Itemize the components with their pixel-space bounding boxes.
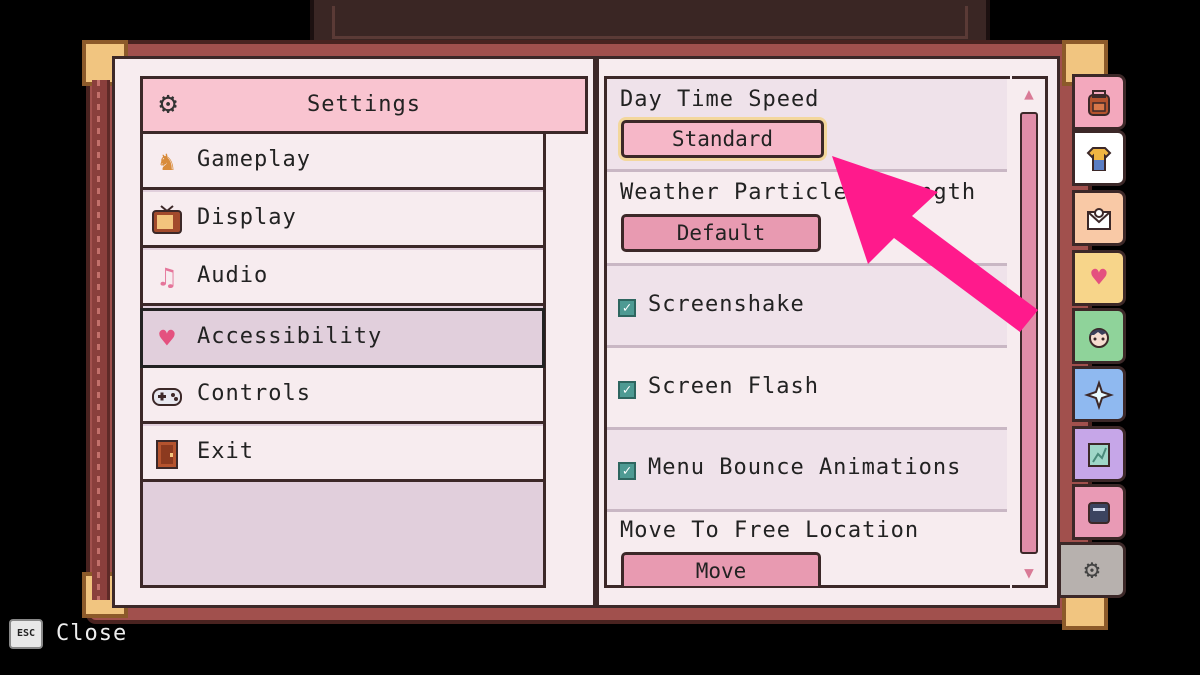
map-icon (1084, 439, 1114, 469)
heart-icon: ♥ (1091, 263, 1107, 293)
journal-icon (1084, 497, 1114, 527)
menu-item-exit[interactable]: Exit (143, 426, 543, 482)
screenshake-checkbox[interactable]: ✓ (618, 299, 636, 317)
tv-icon (151, 204, 183, 236)
option-label: Screen Flash (648, 374, 819, 399)
tab-map[interactable] (1072, 426, 1126, 482)
settings-header: ⚙ Settings (140, 76, 588, 134)
move-button[interactable]: Move (621, 552, 821, 586)
letter-icon (1084, 203, 1114, 233)
scroll-up-arrow-icon[interactable]: ▲ (1020, 84, 1038, 103)
tab-settings[interactable]: ⚙ (1058, 542, 1126, 598)
gear-icon: ⚙ (1084, 555, 1100, 585)
music-notes-icon: ♫ (159, 263, 175, 293)
door-icon (151, 438, 183, 470)
scroll-down-arrow-icon[interactable]: ▼ (1020, 563, 1038, 582)
character-icon (1084, 321, 1114, 351)
tab-wardrobe[interactable] (1072, 130, 1126, 186)
menu-item-accessibility[interactable]: ♥ Accessibility (140, 308, 545, 368)
book-spine (92, 80, 110, 600)
tab-journal[interactable] (1072, 484, 1126, 540)
pointer-arrow-icon (832, 156, 1038, 332)
close-label[interactable]: Close (56, 621, 127, 646)
heart-icon: ♥ (159, 324, 175, 354)
menu-item-controls[interactable]: Controls (143, 368, 543, 424)
tab-backpack[interactable] (1072, 74, 1126, 130)
settings-title: Settings (307, 92, 421, 117)
sparkle-icon (1083, 379, 1115, 410)
menu-item-label: Exit (197, 439, 254, 464)
option-label: Day Time Speed (620, 87, 820, 112)
menu-bounce-checkbox[interactable]: ✓ (618, 462, 636, 480)
menu-item-label: Gameplay (197, 147, 311, 172)
backpack-icon (1084, 87, 1114, 117)
option-move-location: Move To Free Location Move (607, 512, 1007, 586)
menu-item-audio[interactable]: ♫ Audio (143, 250, 543, 306)
menu-item-label: Controls (197, 381, 311, 406)
option-screen-flash[interactable]: ✓ Screen Flash (607, 348, 1007, 430)
option-label: Move To Free Location (620, 518, 920, 543)
tab-skills[interactable] (1072, 366, 1126, 422)
menu-item-gameplay[interactable]: ♞ Gameplay (143, 134, 543, 190)
day-time-speed-button[interactable]: Standard (621, 120, 824, 158)
horse-knight-icon: ♞ (159, 147, 175, 177)
esc-key-icon[interactable]: ESC (9, 619, 43, 649)
tab-character[interactable] (1072, 308, 1126, 364)
option-label: Screenshake (648, 292, 805, 317)
weather-particles-button[interactable]: Default (621, 214, 821, 252)
option-label: Menu Bounce Animations (648, 455, 962, 480)
shirt-icon (1084, 143, 1114, 173)
menu-item-label: Display (197, 205, 297, 230)
screen-flash-checkbox[interactable]: ✓ (618, 381, 636, 399)
menu-item-label: Audio (197, 263, 269, 288)
tab-relationships[interactable]: ♥ (1072, 250, 1126, 306)
menu-item-label: Accessibility (197, 324, 383, 349)
gamepad-icon (151, 380, 183, 412)
option-menu-bounce[interactable]: ✓ Menu Bounce Animations (607, 430, 1007, 512)
tab-mail[interactable] (1072, 190, 1126, 246)
menu-item-display[interactable]: Display (143, 192, 543, 248)
